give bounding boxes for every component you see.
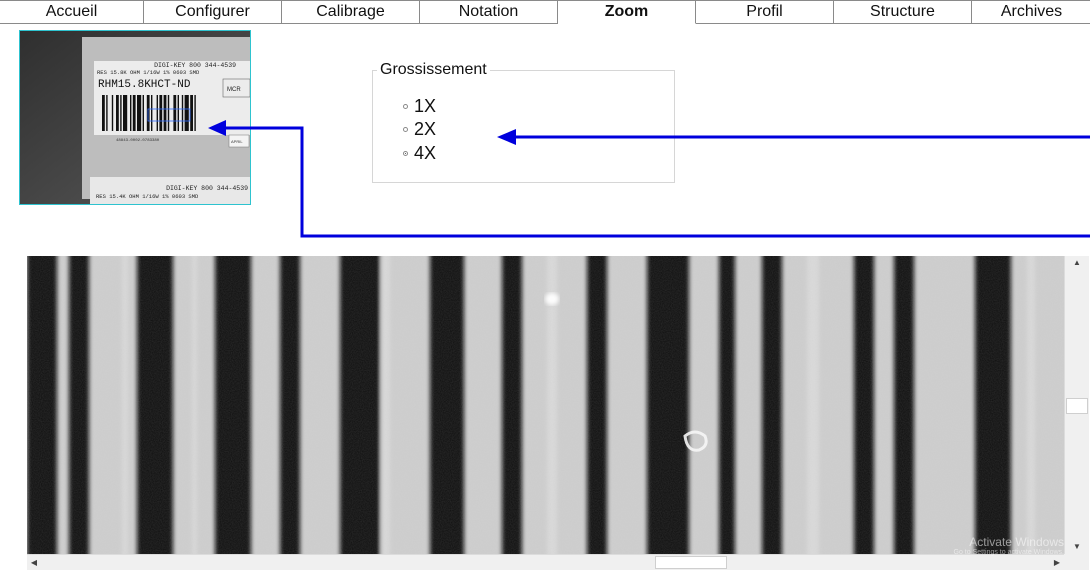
tab-accueil[interactable]: Accueil bbox=[0, 0, 144, 24]
thumb-label-line2: RES 15.8K OHM 1/16W 1% 0603 SMD bbox=[97, 69, 200, 76]
thumb-barcode-bar bbox=[173, 95, 177, 131]
thumb-barcode-bar bbox=[151, 95, 153, 131]
radio-1x-label: 1X bbox=[414, 95, 437, 116]
tab-archives[interactable]: Archives bbox=[972, 0, 1090, 24]
thumb-barcode-bar bbox=[142, 95, 144, 131]
tab-zoom[interactable]: Zoom bbox=[558, 0, 696, 24]
thumb-barcode-bar bbox=[132, 95, 136, 131]
radio-2x-button[interactable] bbox=[403, 126, 408, 132]
thumb-label2-line2: RES 15.4K OHM 1/16W 1% 0603 SMD bbox=[96, 193, 199, 200]
zoomed-image-svg bbox=[27, 256, 1064, 554]
vertical-scroll-thumb[interactable] bbox=[1066, 398, 1088, 414]
thumb-barcode-bar bbox=[120, 95, 122, 131]
radio-2x[interactable]: 2X bbox=[403, 118, 436, 140]
radio-4x[interactable]: 4X bbox=[403, 142, 436, 164]
thumb-barcode-bar bbox=[177, 95, 179, 131]
scroll-down-arrow-icon[interactable]: ▼ bbox=[1071, 542, 1083, 552]
thumb-barcode-bar bbox=[156, 95, 158, 131]
thumb-barcode-bar bbox=[111, 95, 114, 131]
thumb-barcode-bar bbox=[123, 95, 128, 131]
thumb-barcode-bar bbox=[194, 95, 196, 131]
thumb-barcode-bar bbox=[116, 95, 119, 131]
thumb-barcode-bar bbox=[167, 95, 170, 131]
thumb-barcode-bar bbox=[163, 95, 167, 131]
horizontal-scroll-thumb[interactable] bbox=[655, 556, 727, 569]
magnification-group-title: Grossissement bbox=[377, 61, 490, 79]
tab-calibrage[interactable]: Calibrage bbox=[282, 0, 420, 24]
thumb-barcode-bar bbox=[106, 95, 108, 131]
zoomed-image-view[interactable] bbox=[27, 256, 1064, 554]
horizontal-scrollbar[interactable]: ◀ ▶ bbox=[27, 554, 1064, 570]
radio-4x-label: 4X bbox=[414, 142, 437, 163]
radio-1x-button[interactable] bbox=[403, 103, 408, 109]
thumb-barcode-bar bbox=[190, 95, 193, 131]
thumb-barcode-bar bbox=[102, 95, 105, 131]
thumb-barcode-number: 48843-0002-0783380 bbox=[116, 139, 160, 143]
zoom-tab-window: Accueil Configurer Calibrage Notation Zo… bbox=[0, 0, 1090, 573]
magnification-group: Grossissement 1X 2X 4X bbox=[372, 61, 675, 183]
thumb-label2-line1: DIGI-KEY 800 344-4539 bbox=[166, 185, 248, 192]
thumb-barcode-bar bbox=[184, 95, 189, 131]
scroll-right-arrow-icon[interactable]: ▶ bbox=[1051, 558, 1063, 568]
scrollbar-corner bbox=[1064, 554, 1089, 570]
radio-1x[interactable]: 1X bbox=[403, 95, 436, 117]
thumb-barcode-bar bbox=[159, 95, 163, 131]
thumbnail-svg: DIGI-KEY 800 344-4539 RES 15.8K OHM 1/16… bbox=[20, 31, 250, 204]
thumb-label-line1: DIGI-KEY 800 344-4539 bbox=[154, 62, 236, 69]
tab-structure[interactable]: Structure bbox=[834, 0, 972, 24]
thumb-small-box-text: APRIL bbox=[231, 139, 243, 144]
tab-configurer[interactable]: Configurer bbox=[144, 0, 282, 24]
tab-bar: Accueil Configurer Calibrage Notation Zo… bbox=[0, 0, 1090, 26]
tab-notation[interactable]: Notation bbox=[420, 0, 558, 24]
thumb-side-text: MCR bbox=[227, 87, 241, 93]
radio-2x-label: 2X bbox=[414, 118, 437, 139]
thumb-barcode-bar bbox=[130, 95, 132, 131]
thumbnail-image[interactable]: DIGI-KEY 800 344-4539 RES 15.8K OHM 1/16… bbox=[19, 30, 251, 205]
tab-profil[interactable]: Profil bbox=[696, 0, 834, 24]
scroll-left-arrow-icon[interactable]: ◀ bbox=[28, 558, 40, 568]
scroll-up-arrow-icon[interactable]: ▲ bbox=[1071, 258, 1083, 268]
radio-4x-button[interactable] bbox=[403, 150, 408, 156]
thumb-barcode-bar bbox=[137, 95, 142, 131]
thumb-part-number: RHM15.8KHCT-ND bbox=[98, 79, 191, 91]
zoom-glint-1 bbox=[545, 293, 559, 305]
vertical-scrollbar[interactable]: ▲ ▼ bbox=[1064, 256, 1089, 554]
thumb-barcode-bar bbox=[181, 95, 184, 131]
